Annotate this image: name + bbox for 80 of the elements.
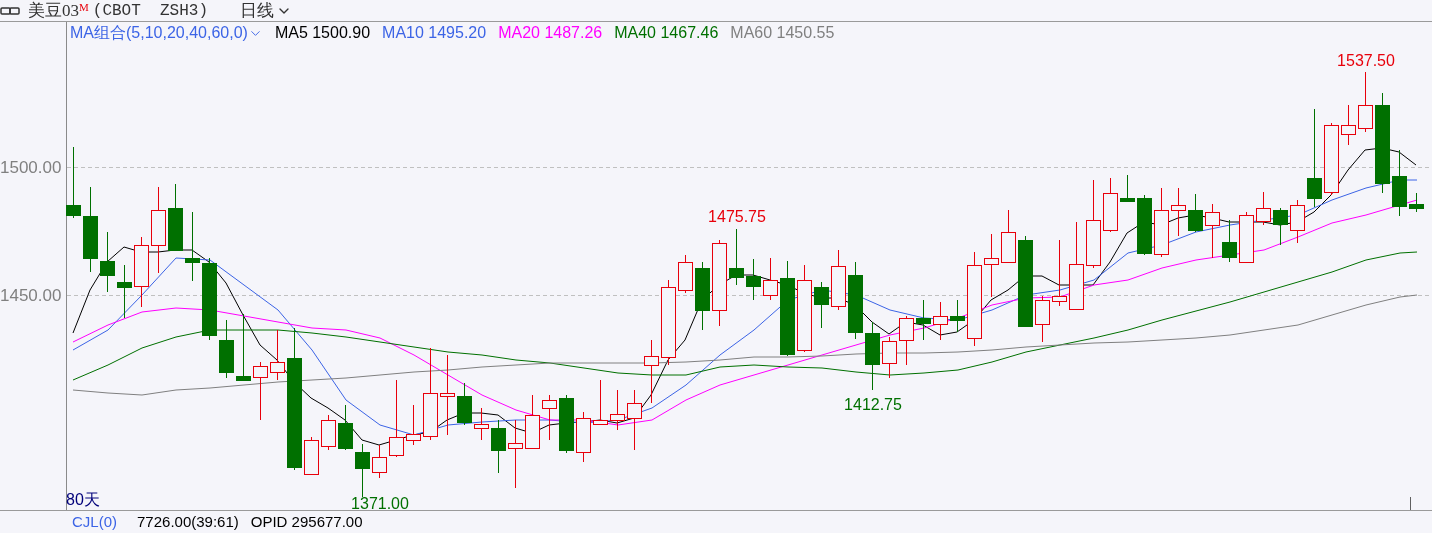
price-extreme-label: 1537.50 [1337,52,1395,69]
candlestick [1120,174,1135,202]
candlestick [219,319,234,379]
candlestick [508,419,523,489]
range-label: 80天 [66,492,100,508]
indicator-value: 7726.00(39:61) [137,514,239,529]
candlestick [525,394,540,450]
candlestick [746,258,761,301]
candlestick [474,407,489,441]
price-axis-label: 1450.00 [0,286,62,305]
candlestick [1035,295,1050,343]
candlestick [372,444,387,479]
candlestick [1341,104,1356,146]
moving-average-value: MA40 1467.46 [614,25,719,41]
candlestick [865,321,880,391]
candlestick [831,249,846,311]
candlestick [270,329,285,381]
candlestick [117,264,132,319]
link-icon [0,6,20,15]
candlestick [763,257,778,301]
candlestick [1137,194,1152,256]
period-dropdown[interactable]: 日线 [240,2,292,19]
candlestick [576,411,591,463]
indicator-dropdown[interactable]: MA组合(5,10,20,40,60,0) [70,25,263,41]
candlestick [236,313,251,381]
candlestick [1171,187,1186,237]
price-axis-label: 1500.00 [0,158,62,177]
candlestick [1052,239,1067,307]
price-extreme-label: 1475.75 [708,208,766,225]
candlestick [644,339,659,404]
moving-average-value: MA5 1500.90 [274,25,371,41]
candlestick [304,436,319,475]
candlestick [1409,192,1424,213]
moving-average-value: MA20 1487.26 [498,25,603,41]
candlestick [729,228,744,286]
candlestick [678,254,693,294]
candlestick [253,361,268,421]
candlestick [610,389,625,431]
candlestick [1103,177,1118,233]
candlestick [1188,193,1203,233]
candlestick [1001,209,1016,263]
candlestick [355,443,370,498]
price-extreme-label: 1371.00 [351,495,409,510]
candlestick [168,183,183,251]
candlestick [916,299,931,341]
candlestick [1222,219,1237,263]
candlestick [1273,207,1288,246]
price-extreme-label: 1412.75 [844,396,902,413]
candlestick [1290,199,1305,244]
candlestick [984,233,999,298]
indicator-value: OPID 295677.00 [250,514,363,529]
candlestick [627,389,642,451]
candlestick [1154,187,1169,258]
indicator-name: CJL(0) [72,514,117,529]
candlestick [491,419,506,474]
candlestick [338,404,353,451]
candlestick [950,299,965,333]
candlestick [593,379,608,426]
candlestick [1256,191,1271,226]
candlestick [814,281,829,329]
instrument-title: 美豆03$^{M}$ [28,2,89,19]
moving-average-value: MA60 1450.55 [730,25,835,41]
moving-average-value: MA10 1495.20 [382,25,487,41]
candlestick [1358,71,1373,133]
candlestick [882,336,897,379]
candlestick [1205,203,1220,259]
candlestick [134,236,149,308]
candlestick [542,394,557,441]
candlestick [185,211,200,282]
candlestick [457,382,472,426]
candlestick [1392,149,1407,217]
candlestick [899,315,914,366]
candlestick [100,231,115,293]
candlestick [406,404,421,446]
candlestick [559,394,574,454]
candlestick [1239,211,1254,263]
candlestick [933,301,948,341]
candlestick [321,414,336,451]
instrument-code: (CBOT ZSH3) [92,2,208,19]
candlestick [695,261,710,331]
